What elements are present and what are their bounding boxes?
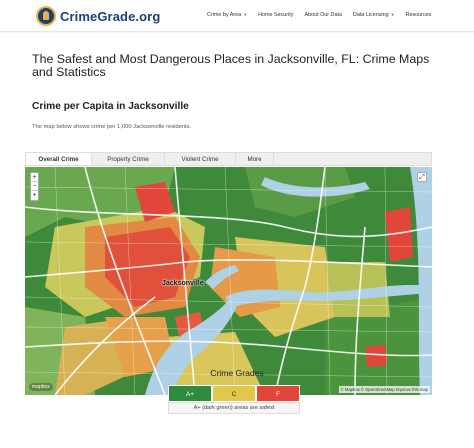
section-description: The map below shows crime per 1,000 Jack… bbox=[32, 124, 192, 130]
nav-label: Resources bbox=[405, 12, 432, 18]
nav-label: Data Licensing bbox=[352, 12, 389, 18]
nav-label: Crime by Area bbox=[207, 12, 242, 18]
grades-legend: A+ C F bbox=[168, 385, 300, 402]
map-city-label: Jacksonville bbox=[162, 280, 204, 287]
site-header: CrimeGrade.org Crime by Area ▼ Home Secur… bbox=[0, 0, 474, 32]
nav-home-security[interactable]: Home Security bbox=[258, 12, 293, 18]
logo-text: CrimeGrade.org bbox=[60, 8, 161, 24]
logo-badge-icon bbox=[36, 6, 56, 26]
tab-violent-crime[interactable]: Violent Crime bbox=[165, 153, 236, 165]
reset-view-button[interactable]: • bbox=[31, 191, 38, 200]
grade-f: F bbox=[256, 385, 300, 402]
main-nav: Crime by Area ▼ Home Security About Our D… bbox=[207, 12, 442, 18]
crime-map[interactable]: + − • ⤢ Jacksonville mapbox © Mapbox © O… bbox=[25, 167, 432, 395]
crime-heatmap-graphic bbox=[25, 167, 432, 395]
zoom-in-button[interactable]: + bbox=[31, 173, 38, 182]
fullscreen-icon[interactable]: ⤢ bbox=[417, 172, 427, 182]
crime-type-tabs: Overall Crime Property Crime Violent Cri… bbox=[25, 152, 432, 166]
map-attribution[interactable]: © Mapbox © OpenStreetMap Improve this ma… bbox=[338, 386, 430, 393]
main-content: The Safest and Most Dangerous Places in … bbox=[0, 33, 474, 448]
zoom-out-button[interactable]: − bbox=[31, 182, 38, 191]
chevron-down-icon: ▼ bbox=[243, 12, 248, 17]
nav-resources[interactable]: Resources bbox=[406, 12, 432, 18]
page-title: The Safest and Most Dangerous Places in … bbox=[32, 52, 430, 79]
tab-property-crime[interactable]: Property Crime bbox=[92, 153, 165, 165]
nav-crime-by-area[interactable]: Crime by Area ▼ bbox=[207, 12, 247, 18]
section-title: Crime per Capita in Jacksonville bbox=[32, 101, 189, 112]
nav-about-our-data[interactable]: About Our Data bbox=[304, 12, 341, 18]
grades-note: A+ (dark green) areas are safest bbox=[168, 402, 300, 414]
nav-label: Home Security bbox=[258, 12, 294, 18]
tab-more[interactable]: More bbox=[236, 153, 274, 165]
map-zoom-controls: + − • bbox=[30, 172, 39, 201]
site-logo[interactable]: CrimeGrade.org bbox=[36, 6, 160, 26]
chevron-down-icon: ▼ bbox=[390, 12, 395, 17]
mapbox-logo[interactable]: mapbox bbox=[29, 383, 53, 391]
tab-overall-crime[interactable]: Overall Crime bbox=[26, 153, 92, 165]
grade-c: C bbox=[212, 385, 256, 402]
nav-data-licensing[interactable]: Data Licensing ▼ bbox=[353, 12, 395, 18]
nav-label: About Our Data bbox=[304, 12, 342, 18]
grade-a-plus: A+ bbox=[168, 385, 212, 402]
grades-title: Crime Grades bbox=[210, 368, 264, 378]
